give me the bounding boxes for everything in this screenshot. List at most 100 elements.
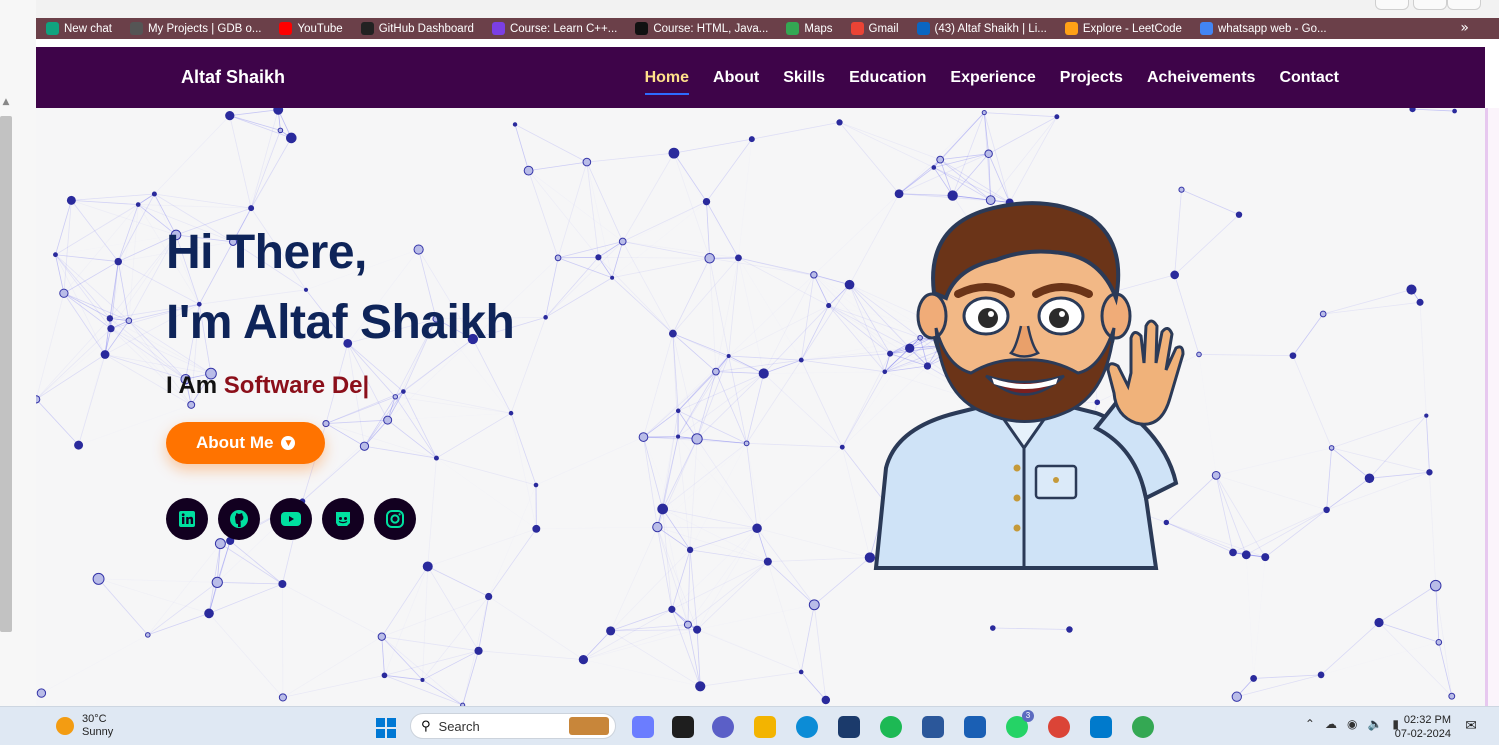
browser-control-button[interactable] — [1375, 0, 1409, 10]
word-icon[interactable] — [922, 716, 944, 738]
nav-link-about[interactable]: About — [713, 65, 759, 91]
chrome-icon[interactable] — [1048, 716, 1070, 738]
file-explorer-icon[interactable] — [754, 716, 776, 738]
wifi-icon[interactable]: ◉ — [1347, 717, 1357, 731]
network-link — [1323, 290, 1411, 314]
bookmark-favicon-icon — [361, 22, 374, 35]
teams-icon[interactable] — [712, 716, 734, 738]
network-link — [217, 582, 282, 584]
nav-link-home[interactable]: Home — [645, 65, 689, 91]
bookmark-item[interactable]: GitHub Dashboard — [361, 22, 474, 35]
network-link — [282, 584, 381, 637]
bookmark-item[interactable]: YouTube — [279, 22, 342, 35]
search-highlight-image-icon — [569, 717, 609, 735]
chevron-up-icon[interactable]: ⌃ — [1305, 717, 1315, 731]
network-node — [1242, 550, 1251, 559]
whatsapp-icon[interactable]: 3 — [1006, 716, 1028, 738]
bookmark-item[interactable]: (43) Altaf Shaikh | Li... — [917, 22, 1047, 35]
bookmark-item[interactable]: Explore - LeetCode — [1065, 22, 1182, 35]
typing-text: I Am Software De| — [166, 372, 514, 400]
store-icon[interactable] — [964, 716, 986, 738]
network-link — [688, 625, 801, 672]
bookmark-item[interactable]: Gmail — [851, 22, 899, 35]
typing-prefix: I Am — [166, 372, 224, 399]
network-node — [1250, 675, 1257, 682]
network-node — [735, 254, 742, 261]
youtube-icon[interactable] — [270, 498, 312, 540]
hero-text: Hi There, I'm Altaf Shaikh I Am Software… — [166, 218, 514, 540]
vscode-icon[interactable] — [1090, 716, 1112, 738]
whatsapp-badge: 3 — [1022, 710, 1034, 722]
network-link — [729, 275, 814, 356]
nav-link-contact[interactable]: Contact — [1279, 65, 1339, 91]
weather-widget[interactable]: 30°C Sunny — [56, 713, 113, 739]
network-node — [676, 435, 680, 439]
network-link — [697, 605, 814, 630]
scroll-up-arrow[interactable]: ▲ — [0, 96, 12, 108]
browser-control-button[interactable] — [1413, 0, 1447, 10]
copilot-icon[interactable] — [632, 716, 654, 738]
linkedin-icon[interactable] — [166, 498, 208, 540]
network-link — [678, 356, 729, 437]
network-node — [555, 255, 561, 261]
network-link — [674, 153, 739, 258]
speaker-icon[interactable]: 🔈 — [1367, 717, 1382, 731]
network-link — [953, 154, 989, 196]
bookmark-label: Maps — [804, 23, 832, 35]
instagram-icon[interactable] — [374, 498, 416, 540]
bookmark-item[interactable]: whatsapp web - Go... — [1200, 22, 1327, 35]
taskbar-search[interactable]: ⚲ Search — [410, 713, 616, 739]
network-link — [1293, 356, 1332, 448]
bookmark-item[interactable]: Course: Learn C++... — [492, 22, 617, 35]
network-link — [529, 171, 558, 258]
network-link — [382, 637, 385, 676]
chrome-profile-icon[interactable] — [1132, 716, 1154, 738]
nav-link-projects[interactable]: Projects — [1060, 65, 1123, 91]
network-link — [64, 293, 105, 354]
network-node — [1409, 108, 1415, 112]
browser-control-button[interactable] — [1447, 0, 1481, 10]
network-node — [703, 198, 710, 205]
network-node — [204, 609, 214, 619]
about-me-button[interactable]: About Me ▼ — [166, 422, 325, 464]
network-node — [931, 165, 936, 170]
discord-icon[interactable] — [322, 498, 364, 540]
nav-link-education[interactable]: Education — [849, 65, 926, 91]
network-link — [55, 255, 118, 262]
network-node — [1232, 692, 1241, 701]
network-link — [529, 171, 599, 258]
temperature: 30°C — [82, 713, 113, 726]
avatar-illustration — [846, 198, 1206, 578]
bookmark-item[interactable]: Maps — [786, 22, 832, 35]
bookmarks-overflow-button[interactable]: » — [1460, 18, 1469, 39]
bookmark-item[interactable]: Course: HTML, Java... — [635, 22, 768, 35]
bookmark-item[interactable]: New chat — [46, 22, 112, 35]
network-node — [982, 111, 986, 115]
network-link — [707, 139, 752, 202]
github-icon[interactable] — [218, 498, 260, 540]
network-node — [278, 128, 283, 133]
network-link — [384, 566, 427, 675]
brand-logo-text[interactable]: Altaf Shaikh — [181, 47, 285, 108]
network-link — [1327, 478, 1370, 510]
bookmark-item[interactable]: My Projects | GDB o... — [130, 22, 262, 35]
scrollbar-thumb[interactable] — [0, 116, 12, 632]
network-link — [1237, 675, 1321, 697]
spotify-icon[interactable] — [880, 716, 902, 738]
nav-link-experience[interactable]: Experience — [950, 65, 1035, 91]
nav-link-acheivements[interactable]: Acheivements — [1147, 65, 1256, 91]
network-node — [595, 254, 601, 260]
network-node — [225, 111, 234, 120]
windows-start-icon[interactable] — [376, 718, 396, 738]
dev-app-icon[interactable] — [838, 716, 860, 738]
network-link — [138, 205, 251, 209]
date: 07-02-2024 — [1395, 727, 1451, 741]
notification-bell-icon[interactable]: ✉ — [1465, 718, 1477, 734]
network-link — [583, 630, 697, 660]
clock[interactable]: 02:32 PM 07-02-2024 — [1395, 713, 1451, 741]
nav-link-skills[interactable]: Skills — [783, 65, 825, 91]
network-link — [230, 110, 278, 116]
edge-icon[interactable] — [796, 716, 818, 738]
onedrive-icon[interactable]: ☁ — [1325, 717, 1337, 731]
task-view-icon[interactable] — [672, 716, 694, 738]
